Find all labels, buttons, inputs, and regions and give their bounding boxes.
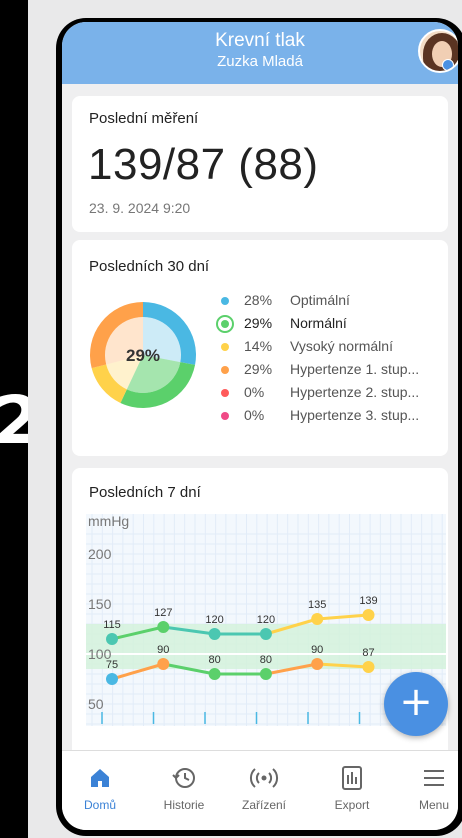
chart-data-label: 90 <box>311 644 323 656</box>
chart-data-label: 135 <box>308 599 326 611</box>
history-icon <box>172 768 195 788</box>
avatar-dropdown-icon <box>442 59 454 71</box>
chart-data-label: 90 <box>157 644 169 656</box>
legend-label: Hypertenze 2. stup... <box>290 384 420 400</box>
legend-percentage: 29% <box>244 315 273 331</box>
chart-data-point[interactable] <box>208 668 221 680</box>
chart-data-point[interactable] <box>259 668 272 680</box>
legend-dot <box>221 320 229 328</box>
legend-selected-marker <box>216 315 234 333</box>
last-measurement-date: 23. 9. 2024 9:20 <box>89 200 191 216</box>
chart-y-tick: 50 <box>88 696 104 712</box>
nav-item-home[interactable]: Domů <box>64 765 136 812</box>
legend-label: Hypertenze 1. stup... <box>290 361 420 377</box>
legend-item[interactable]: 29% Normální <box>212 313 448 336</box>
chart-data-point[interactable] <box>311 613 324 625</box>
legend-item[interactable]: 0% Hypertenze 3. stup... <box>212 405 448 428</box>
distribution-legend: 28% Optimální 29% Normální 14% Vysoký normáln… <box>212 290 448 428</box>
legend-percentage: 0% <box>244 407 265 423</box>
device-icon <box>249 768 279 788</box>
nav-item-export[interactable]: Export <box>316 765 388 812</box>
chart-data-point[interactable] <box>362 661 375 673</box>
nav-label-menu: Menu <box>418 798 450 812</box>
legend-label: Hypertenze 3. stup... <box>290 407 420 423</box>
legend-item[interactable]: 29% Hypertenze 1. stup... <box>212 359 448 382</box>
legend-dot <box>221 389 229 397</box>
chart-data-label: 139 <box>359 595 377 607</box>
last-measurement-title: Poslední měření <box>89 110 199 127</box>
chart-data-point[interactable] <box>157 621 170 633</box>
donut-center-label: 29% <box>126 346 160 365</box>
chart-data-point[interactable] <box>259 628 272 640</box>
nav-label-export: Export <box>334 798 370 812</box>
chart-data-label: 127 <box>154 607 172 619</box>
legend-item[interactable]: 0% Hypertenze 2. stup... <box>212 382 448 405</box>
last-30-days-title: Posledních 30 dní <box>89 258 210 275</box>
chart-data-label: 80 <box>260 654 272 666</box>
chart-y-tick: 200 <box>88 546 112 562</box>
nav-item-device[interactable]: Zařízení <box>228 765 300 812</box>
chart-data-label: 87 <box>362 647 374 659</box>
legend-dot <box>221 343 229 351</box>
app-title: Krevní tlak <box>215 30 305 51</box>
chart-data-label: 120 <box>205 614 223 626</box>
nav-label-device: Zařízení <box>241 798 286 812</box>
export-icon <box>342 766 362 790</box>
legend-label: Optimální <box>290 292 350 308</box>
chart-data-label: 115 <box>103 619 121 631</box>
legend-dot <box>221 297 229 305</box>
last-measurement-card[interactable]: Poslední měření 139/87 (88) 23. 9. 2024 … <box>72 96 448 232</box>
nav-item-history[interactable]: Historie <box>148 765 220 812</box>
chart-data-point[interactable] <box>311 658 324 670</box>
nav-item-menu[interactable]: Menu <box>398 765 458 812</box>
nav-label-history: Historie <box>163 798 205 812</box>
app-header: Krevní tlak Zuzka Mladá <box>62 22 458 84</box>
chart-data-point[interactable] <box>208 628 221 640</box>
chart-data-label: 75 <box>106 659 118 671</box>
chart-data-point[interactable] <box>106 633 118 645</box>
chart-data-label: 80 <box>208 654 220 666</box>
nav-label-home: Domů <box>83 798 116 812</box>
legend-dot <box>221 412 229 420</box>
legend-label: Normální <box>290 315 347 331</box>
legend-percentage: 29% <box>244 361 273 377</box>
legend-item[interactable]: 14% Vysoký normální <box>212 336 448 359</box>
chart-data-point[interactable] <box>157 658 170 670</box>
avatar[interactable] <box>418 29 458 73</box>
home-icon <box>91 769 109 787</box>
legend-percentage: 0% <box>244 384 265 400</box>
chart-data-point[interactable] <box>362 609 375 621</box>
legend-percentage: 14% <box>244 338 273 354</box>
legend-dot <box>221 366 229 374</box>
distribution-donut-chart[interactable]: 29% <box>88 300 198 410</box>
bottom-navigation: Domů Historie Zařízení Export Menu <box>62 750 458 830</box>
last-30-days-card[interactable]: Posledních 30 dní 29% 28% Optimální 29% Nor… <box>72 240 448 456</box>
legend-label: Vysoký normální <box>290 338 393 354</box>
user-name[interactable]: Zuzka Mladá <box>62 53 458 70</box>
legend-percentage: 28% <box>244 292 273 308</box>
chart-y-unit: mmHg <box>88 514 129 529</box>
chart-data-point[interactable] <box>106 673 118 685</box>
add-measurement-button[interactable]: + <box>384 672 448 736</box>
legend-item[interactable]: 28% Optimální <box>212 290 448 313</box>
chart-data-label: 120 <box>257 614 275 626</box>
chart-y-tick: 150 <box>88 596 112 612</box>
last-7-days-title: Posledních 7 dní <box>89 484 201 501</box>
last-measurement-value: 139/87 (88) <box>88 140 319 189</box>
app-screen: Krevní tlak Zuzka Mladá Poslední měření … <box>62 22 458 830</box>
menu-icon <box>424 770 444 786</box>
